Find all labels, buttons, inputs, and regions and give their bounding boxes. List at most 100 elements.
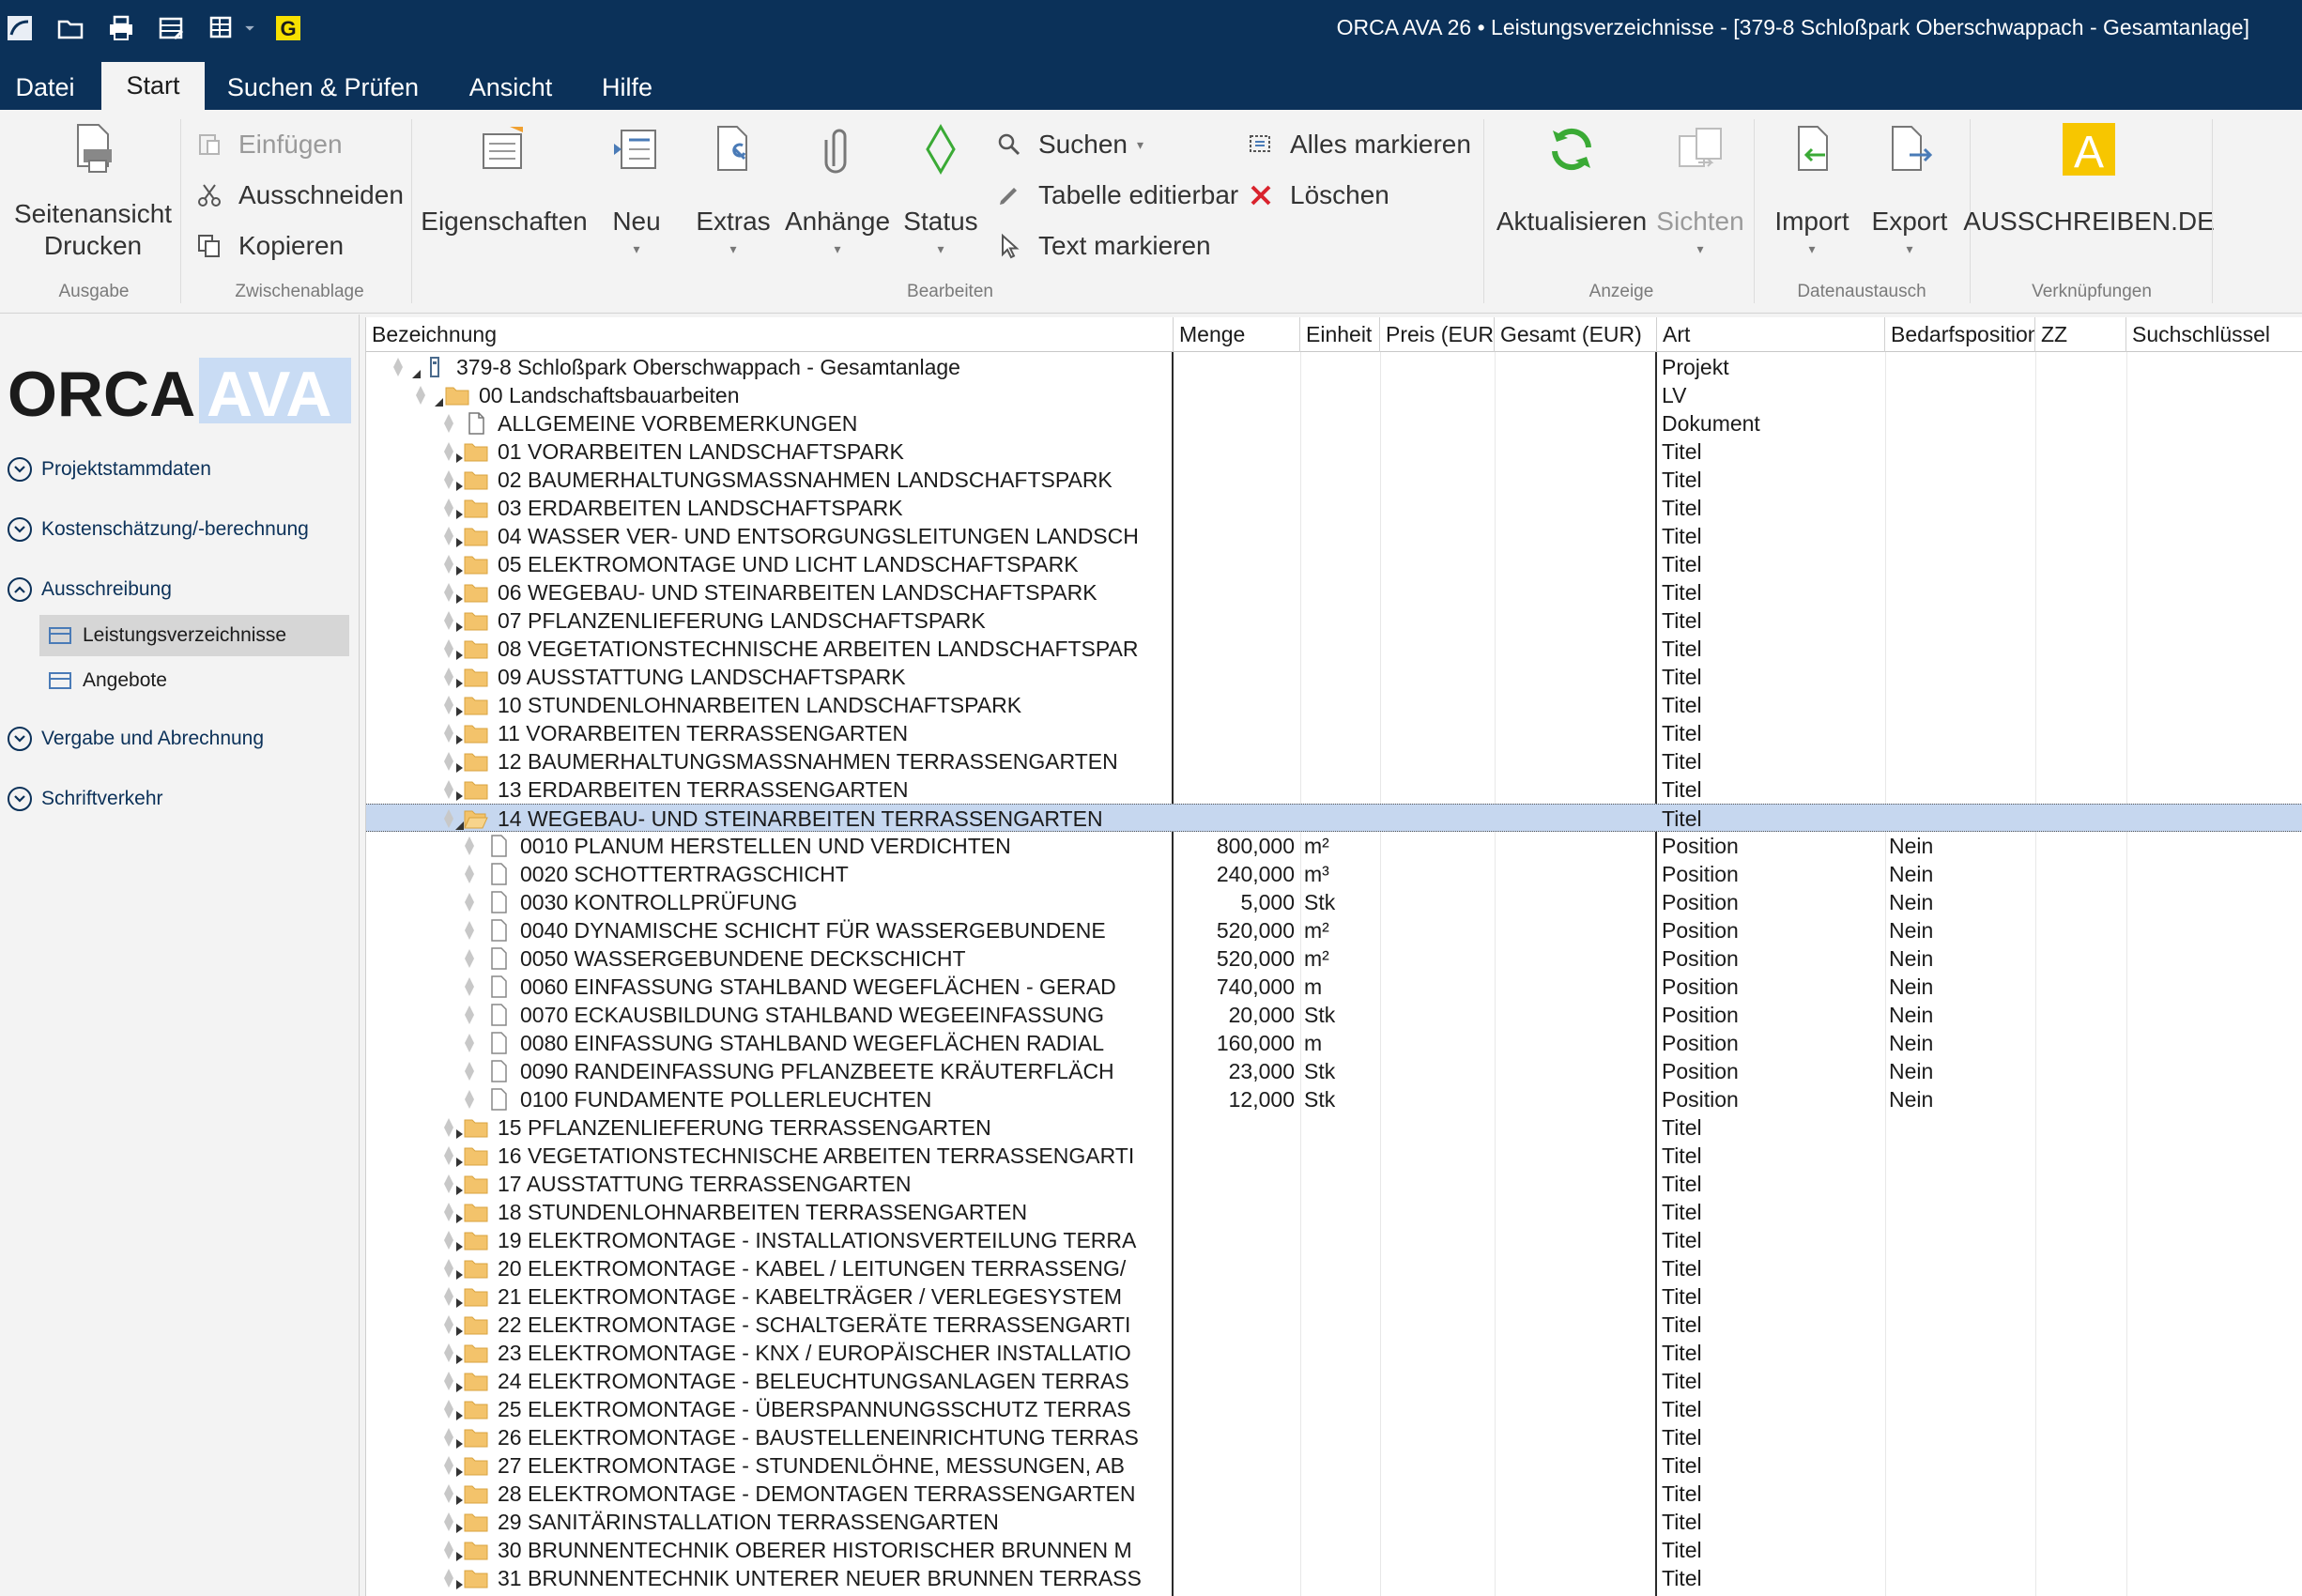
nav-section-vergabe-abrechnung[interactable]: Vergabe und Abrechnung xyxy=(8,721,264,757)
cell-bedarfsposition[interactable] xyxy=(1889,1536,2033,1564)
cell-menge[interactable] xyxy=(1175,719,1298,747)
ausschreiben-de-button[interactable]: A AUSSCHREIBEN.DE xyxy=(1963,114,2215,238)
cell-bedarfsposition[interactable] xyxy=(1889,1339,2033,1367)
table-row[interactable]: 22 ELEKTROMONTAGE - SCHALTGERÄTE TERRASS… xyxy=(366,1311,2302,1339)
table-row[interactable]: 0040 DYNAMISCHE SCHICHT FÜR WASSERGEBUND… xyxy=(366,916,2302,944)
cell-art[interactable]: Position xyxy=(1662,973,1883,1001)
cell-menge[interactable] xyxy=(1175,409,1298,437)
cell-art[interactable]: LV xyxy=(1662,381,1883,409)
nav-item-angebote[interactable]: Angebote xyxy=(39,660,349,701)
table-row[interactable]: 0070 ECKAUSBILDUNG STAHLBAND WEGEEINFASS… xyxy=(366,1001,2302,1029)
cell-art[interactable]: Dokument xyxy=(1662,409,1883,437)
cell-art[interactable]: Titel xyxy=(1662,437,1883,466)
cell-menge[interactable] xyxy=(1175,1480,1298,1508)
eigenschaften-button[interactable]: Eigenschaften xyxy=(421,114,588,238)
cell-bezeichnung[interactable]: 31 BRUNNENTECHNIK UNTERER NEUER BRUNNEN … xyxy=(498,1564,1169,1592)
cell-art[interactable]: Position xyxy=(1662,888,1883,916)
cell-menge[interactable] xyxy=(1175,550,1298,578)
cell-einheit[interactable] xyxy=(1304,805,1379,833)
cell-menge[interactable]: 740,000 xyxy=(1175,973,1298,1001)
cell-art[interactable]: Titel xyxy=(1662,747,1883,775)
cell-art[interactable]: Titel xyxy=(1662,1339,1883,1367)
cell-bezeichnung[interactable]: 19 ELEKTROMONTAGE - INSTALLATIONSVERTEIL… xyxy=(498,1226,1169,1254)
cell-menge[interactable]: 20,000 xyxy=(1175,1001,1298,1029)
cell-bezeichnung[interactable]: 04 WASSER VER- UND ENTSORGUNGSLEITUNGEN … xyxy=(498,522,1169,550)
nav-section-schriftverkehr[interactable]: Schriftverkehr xyxy=(8,781,163,817)
status-diamond-icon[interactable] xyxy=(392,357,404,377)
cell-einheit[interactable] xyxy=(1304,437,1379,466)
cell-art[interactable]: Titel xyxy=(1662,805,1883,833)
cell-einheit[interactable]: Stk xyxy=(1304,1001,1379,1029)
cell-bezeichnung[interactable]: 16 VEGETATIONSTECHNISCHE ARBEITEN TERRAS… xyxy=(498,1142,1169,1170)
table-edit-icon[interactable] xyxy=(154,11,190,45)
cell-bezeichnung[interactable]: 15 PFLANZENLIEFERUNG TERRASSENGARTEN xyxy=(498,1113,1169,1142)
table-row[interactable]: 07 PFLANZENLIEFERUNG LANDSCHAFTSPARK Tite… xyxy=(366,606,2302,635)
cell-bezeichnung[interactable]: 06 WEGEBAU- UND STEINARBEITEN LANDSCHAFT… xyxy=(498,578,1169,606)
cell-art[interactable]: Titel xyxy=(1662,1226,1883,1254)
table-row[interactable]: 02 BAUMERHALTUNGSMASSNAHMEN LANDSCHAFTSP… xyxy=(366,466,2302,494)
cell-bedarfsposition[interactable] xyxy=(1889,1395,2033,1423)
column-header-bedarfsposition[interactable]: Bedarfsposition xyxy=(1885,317,2035,352)
cell-bezeichnung[interactable]: 20 ELEKTROMONTAGE - KABEL / LEITUNGEN TE… xyxy=(498,1254,1169,1282)
table-row[interactable]: 11 VORARBEITEN TERRASSENGARTEN Titel xyxy=(366,719,2302,747)
cell-art[interactable]: Titel xyxy=(1662,1564,1883,1592)
cell-art[interactable]: Titel xyxy=(1662,606,1883,635)
column-header-gesamt[interactable]: Gesamt (EUR) xyxy=(1495,317,1657,352)
cell-einheit[interactable]: m³ xyxy=(1304,860,1379,888)
cell-einheit[interactable] xyxy=(1304,1451,1379,1480)
status-diamond-icon[interactable] xyxy=(464,976,475,997)
cell-bedarfsposition[interactable] xyxy=(1889,550,2033,578)
alles-markieren-button[interactable]: Alles markieren xyxy=(1245,125,1471,164)
table-row[interactable]: 16 VEGETATIONSTECHNISCHE ARBEITEN TERRAS… xyxy=(366,1142,2302,1170)
table-row[interactable]: ALLGEMEINE VORBEMERKUNGEN Dokument xyxy=(366,409,2302,437)
cell-bezeichnung[interactable]: 09 AUSSTATTUNG LANDSCHAFTSPARK xyxy=(498,663,1169,691)
cell-menge[interactable] xyxy=(1175,578,1298,606)
cell-einheit[interactable] xyxy=(1304,522,1379,550)
cell-einheit[interactable] xyxy=(1304,1170,1379,1198)
cell-einheit[interactable] xyxy=(1304,1564,1379,1592)
status-diamond-icon[interactable] xyxy=(464,1061,475,1082)
nav-section-ausschreibung[interactable]: Ausschreibung xyxy=(8,572,172,607)
status-diamond-icon[interactable] xyxy=(464,892,475,913)
cell-bezeichnung[interactable]: ALLGEMEINE VORBEMERKUNGEN xyxy=(498,409,1169,437)
sichten-button[interactable]: Sichten ▾ xyxy=(1652,114,1748,257)
import-button[interactable]: Import ▾ xyxy=(1765,114,1859,257)
cell-menge[interactable] xyxy=(1175,494,1298,522)
table-row[interactable]: 06 WEGEBAU- UND STEINARBEITEN LANDSCHAFT… xyxy=(366,578,2302,606)
cell-art[interactable]: Titel xyxy=(1662,466,1883,494)
cell-einheit[interactable] xyxy=(1304,466,1379,494)
cell-bedarfsposition[interactable] xyxy=(1889,1282,2033,1311)
table-row[interactable]: 0060 EINFASSUNG STAHLBAND WEGEFLÄCHEN - … xyxy=(366,973,2302,1001)
cell-menge[interactable]: 23,000 xyxy=(1175,1057,1298,1085)
anhaenge-button[interactable]: Anhänge ▾ xyxy=(781,114,894,257)
status-diamond-icon[interactable] xyxy=(464,1033,475,1053)
cell-menge[interactable] xyxy=(1175,606,1298,635)
column-header-preis[interactable]: Preis (EUR xyxy=(1380,317,1495,352)
column-header-einheit[interactable]: Einheit xyxy=(1300,317,1380,352)
cell-bedarfsposition[interactable] xyxy=(1889,775,2033,804)
cell-bezeichnung[interactable]: 0080 EINFASSUNG STAHLBAND WEGEFLÄCHEN RA… xyxy=(520,1029,1169,1057)
cell-menge[interactable]: 160,000 xyxy=(1175,1029,1298,1057)
status-button[interactable]: Status ▾ xyxy=(898,114,984,257)
cell-menge[interactable] xyxy=(1175,1423,1298,1451)
cell-bedarfsposition[interactable] xyxy=(1889,1198,2033,1226)
cell-bezeichnung[interactable]: 0030 KONTROLLPRÜFUNG xyxy=(520,888,1169,916)
status-diamond-icon[interactable] xyxy=(464,836,475,856)
cell-menge[interactable] xyxy=(1175,437,1298,466)
table-row[interactable]: 379-8 Schloßpark Oberschwappach - Gesamt… xyxy=(366,353,2302,381)
cell-menge[interactable] xyxy=(1175,1198,1298,1226)
cell-art[interactable]: Titel xyxy=(1662,1536,1883,1564)
cell-art[interactable]: Titel xyxy=(1662,719,1883,747)
cell-art[interactable]: Titel xyxy=(1662,1311,1883,1339)
table-row[interactable]: 01 VORARBEITEN LANDSCHAFTSPARK Titel xyxy=(366,437,2302,466)
tab-suchen-pruefen[interactable]: Suchen & Prüfen xyxy=(212,66,434,110)
expand-open-icon[interactable] xyxy=(432,389,445,407)
cell-menge[interactable] xyxy=(1175,1564,1298,1592)
app-icon[interactable] xyxy=(2,11,38,45)
cell-bedarfsposition[interactable]: Nein xyxy=(1889,1001,2033,1029)
cell-bedarfsposition[interactable] xyxy=(1889,437,2033,466)
table-row[interactable]: 26 ELEKTROMONTAGE - BAUSTELLENEINRICHTUN… xyxy=(366,1423,2302,1451)
cell-art[interactable]: Titel xyxy=(1662,1142,1883,1170)
table-row[interactable]: 04 WASSER VER- UND ENTSORGUNGSLEITUNGEN … xyxy=(366,522,2302,550)
cell-bedarfsposition[interactable] xyxy=(1889,805,2033,833)
